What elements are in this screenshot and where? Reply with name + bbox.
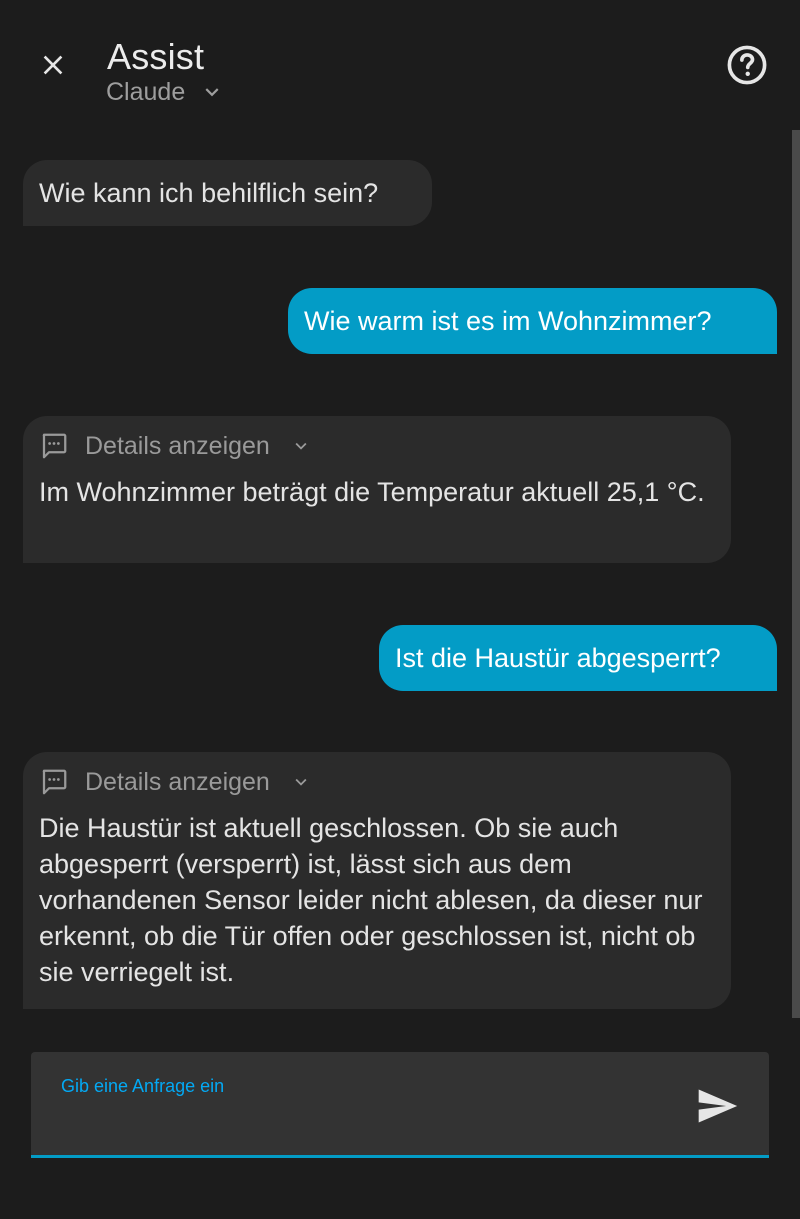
assistant-message: Wie kann ich behilflich sein? [23,160,432,226]
input-label: Gib eine Anfrage ein [61,1076,225,1096]
details-toggle[interactable]: Details anzeigen [39,766,715,798]
details-toggle[interactable]: Details anzeigen [39,430,715,462]
message-text: Wie warm ist es im Wohnzimmer? [304,306,712,336]
close-icon [43,55,63,75]
dialog-header: Assist Claude [0,0,800,130]
details-label: Details anzeigen [85,768,270,796]
help-circle-icon [727,45,767,85]
input-underline [31,1155,769,1158]
scrollbar-thumb[interactable] [792,130,800,1018]
send-icon [698,1089,738,1123]
user-message: Wie warm ist es im Wohnzimmer? [288,288,777,354]
chevron-down-icon [290,771,312,793]
request-input[interactable] [61,1104,685,1146]
comment-processing-icon [39,767,69,797]
message-text: Im Wohnzimmer beträgt die Temperatur akt… [39,477,705,507]
dialog-title: Assist [107,36,205,77]
assistant-message: Details anzeigen Im Wohnzimmer beträgt d… [23,416,731,563]
assistant-message: Details anzeigen Die Haustür ist aktuell… [23,752,731,1009]
send-button[interactable] [691,1080,743,1132]
help-button[interactable] [722,40,772,90]
details-label: Details anzeigen [85,432,270,460]
chevron-down-icon [290,435,312,457]
scrollbar[interactable] [792,130,800,1018]
chevron-down-icon [199,79,225,105]
close-button[interactable] [28,40,78,90]
request-input-container[interactable]: Gib eine Anfrage ein [31,1052,769,1158]
agent-selector[interactable]: Claude [106,76,225,108]
agent-name: Claude [106,77,186,106]
comment-processing-icon [39,431,69,461]
user-message: Ist die Haustür abgesperrt? [379,625,777,691]
message-text: Wie kann ich behilflich sein? [39,178,379,208]
message-text: Die Haustür ist aktuell geschlossen. Ob … [39,813,703,987]
assist-dialog: Assist Claude Wie kann ich behilflich se… [0,0,800,1219]
message-text: Ist die Haustür abgesperrt? [395,643,721,673]
